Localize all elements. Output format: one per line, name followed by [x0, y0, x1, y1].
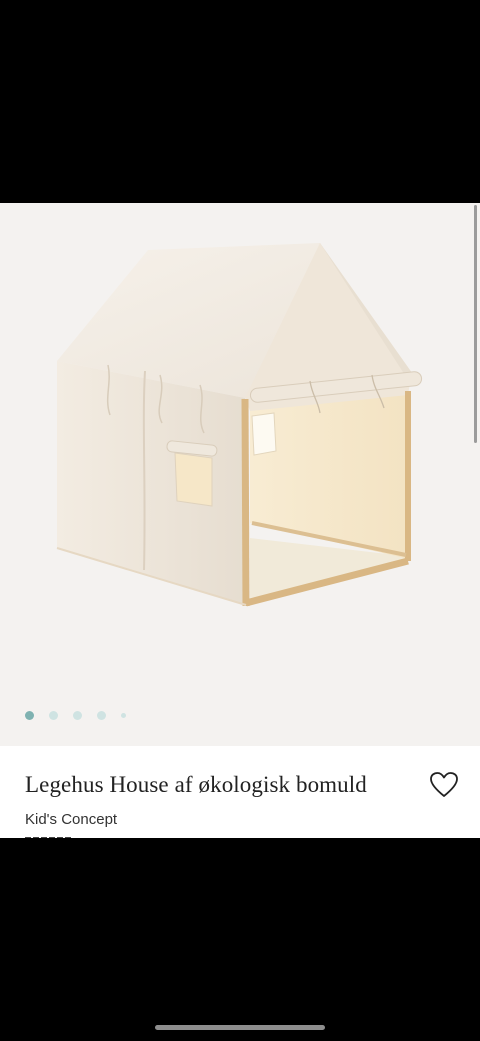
product-image-gallery[interactable] — [0, 203, 480, 746]
home-indicator[interactable] — [155, 1025, 325, 1030]
bottom-black-bar — [0, 838, 480, 1041]
wishlist-button[interactable] — [428, 770, 460, 800]
scroll-indicator[interactable] — [474, 205, 477, 443]
heart-outline-icon — [430, 772, 458, 797]
product-info: Legehus House af økologisk bomuld Kid's … — [0, 746, 480, 838]
gallery-pagination-dots — [25, 710, 141, 720]
pagination-dot-5[interactable] — [121, 712, 126, 718]
product-brand[interactable]: Kid's Concept — [25, 811, 117, 828]
pagination-dot-4[interactable] — [97, 710, 106, 720]
pagination-dot-3[interactable] — [73, 710, 82, 720]
pagination-dot-1[interactable] — [25, 710, 34, 720]
product-screen: Legehus House af økologisk bomuld Kid's … — [0, 203, 480, 838]
product-title: Legehus House af økologisk bomuld — [25, 772, 367, 797]
pagination-dot-2[interactable] — [49, 710, 58, 720]
top-black-bar — [0, 0, 480, 203]
product-image-playhouse — [56, 243, 423, 607]
